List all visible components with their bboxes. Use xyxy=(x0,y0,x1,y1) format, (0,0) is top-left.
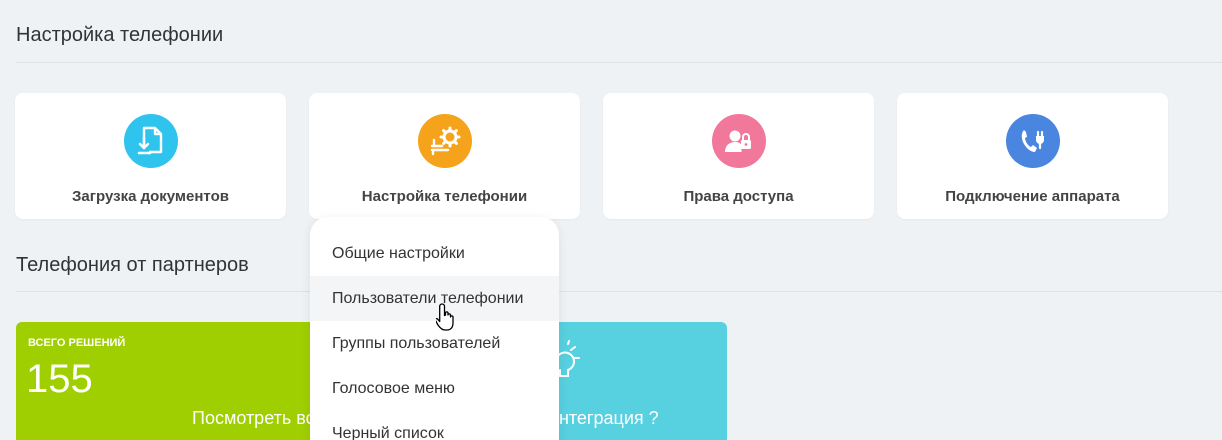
solutions-card[interactable]: ВСЕГО РЕШЕНИЙ 155 Посмотреть все xyxy=(16,322,326,440)
total-solutions-value: 155 xyxy=(26,357,93,401)
user-lock-icon xyxy=(711,114,766,168)
menu-item-voice-menu[interactable]: Голосовое меню xyxy=(310,366,559,411)
tile-document-upload[interactable]: Загрузка документов xyxy=(15,93,286,219)
menu-item-blacklist[interactable]: Черный список xyxy=(310,411,559,440)
tile-label: Подключение аппарата xyxy=(945,188,1120,205)
menu-item-user-groups[interactable]: Группы пользователей xyxy=(310,321,559,366)
section-divider xyxy=(16,62,1222,63)
tile-label: Права доступа xyxy=(683,188,794,205)
integration-link[interactable]: Интеграция ? xyxy=(546,408,659,429)
menu-item-general-settings[interactable]: Общие настройки xyxy=(310,231,559,276)
view-all-link[interactable]: Посмотреть все xyxy=(192,408,325,429)
telephony-settings-icon xyxy=(417,114,472,168)
tile-label: Загрузка документов xyxy=(72,188,229,205)
partners-title: Телефония от партнеров xyxy=(16,254,249,276)
telephony-settings-menu: Общие настройки Пользователи телефонии Г… xyxy=(310,217,559,440)
menu-item-telephony-users[interactable]: Пользователи телефонии xyxy=(310,276,559,321)
section-divider xyxy=(16,291,1222,292)
phone-plug-icon xyxy=(1005,114,1060,168)
tile-access-rights[interactable]: Права доступа xyxy=(603,93,874,219)
tile-label: Настройка телефонии xyxy=(361,188,528,205)
hand-pointer-icon xyxy=(434,302,458,337)
total-solutions-label: ВСЕГО РЕШЕНИЙ xyxy=(28,337,126,349)
tile-telephony-settings[interactable]: Настройка телефонии xyxy=(309,93,580,219)
telephony-settings-title: Настройка телефонии xyxy=(16,24,224,46)
tile-device-connection[interactable]: Подключение аппарата xyxy=(897,93,1168,219)
document-download-icon xyxy=(123,114,178,168)
